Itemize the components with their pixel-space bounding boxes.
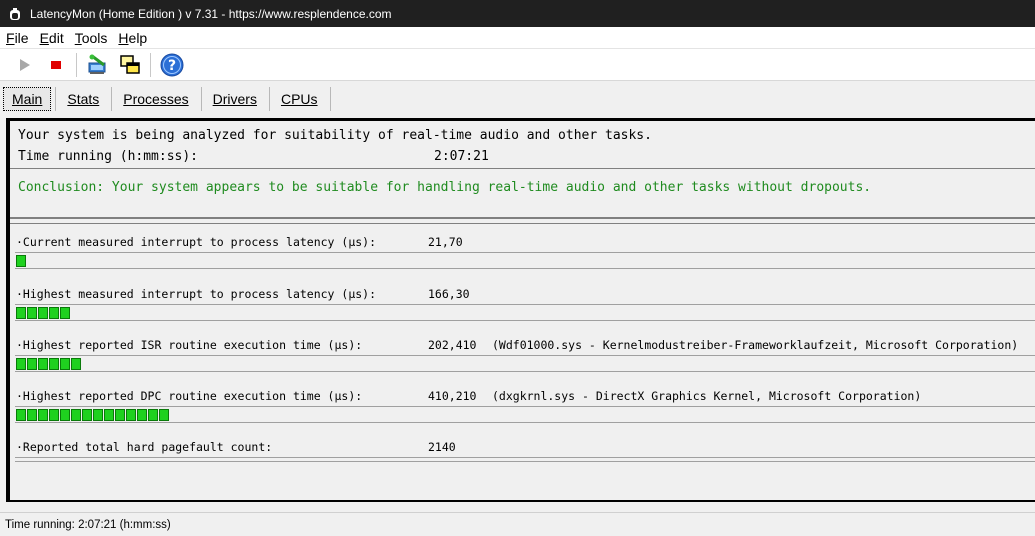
bar-segment bbox=[137, 409, 147, 421]
tab-stats[interactable]: Stats bbox=[59, 88, 107, 110]
bar-segment bbox=[49, 307, 59, 319]
metric-bar bbox=[15, 304, 1035, 321]
tab-cpus[interactable]: CPUs bbox=[273, 88, 326, 110]
stop-icon bbox=[51, 60, 61, 69]
help-icon: ? bbox=[160, 53, 184, 76]
bar-segment bbox=[38, 358, 48, 370]
bar-segment bbox=[27, 307, 37, 319]
tab-processes[interactable]: Processes bbox=[115, 88, 196, 110]
metrics-box: ·Current measured interrupt to process l… bbox=[10, 223, 1035, 500]
toolbar: ? bbox=[0, 49, 1035, 81]
bar-segment bbox=[93, 409, 103, 421]
toolbar-separator bbox=[76, 52, 77, 77]
metric-label: ·Highest measured interrupt to process l… bbox=[16, 287, 377, 301]
tab-main[interactable]: Main bbox=[3, 87, 52, 111]
metric-bar-fill bbox=[16, 307, 71, 319]
status-bar: Time running: 2:07:21 (h:mm:ss) bbox=[0, 512, 1035, 536]
metric-value: 202,410 bbox=[428, 338, 477, 352]
metric-bar bbox=[15, 355, 1035, 372]
windows-icon bbox=[120, 54, 140, 74]
tab-separator bbox=[111, 87, 113, 111]
metric-bar-fill bbox=[16, 409, 170, 421]
metric-label: ·Reported total hard pagefault count: bbox=[16, 440, 273, 454]
bar-segment bbox=[27, 358, 37, 370]
bar-segment bbox=[126, 409, 136, 421]
bar-segment bbox=[60, 358, 70, 370]
analyze-button[interactable] bbox=[84, 51, 112, 79]
metric-bar-fill bbox=[16, 255, 27, 267]
conclusion-text: Conclusion: Your system appears to be su… bbox=[18, 180, 872, 195]
main-panel: Your system is being analyzed for suitab… bbox=[6, 118, 1035, 502]
metric-detail: (dxgkrnl.sys - DirectX Graphics Kernel, … bbox=[492, 389, 922, 403]
menu-tools[interactable]: Tools bbox=[69, 27, 113, 49]
tab-drivers[interactable]: Drivers bbox=[205, 88, 265, 110]
metric-bar bbox=[15, 406, 1035, 423]
svg-text:?: ? bbox=[168, 58, 176, 74]
menu-help[interactable]: Help bbox=[112, 27, 152, 49]
help-button[interactable]: ? bbox=[158, 51, 186, 79]
menu-bar: File Edit Tools Help bbox=[0, 27, 1035, 49]
toolbar-separator bbox=[150, 52, 151, 77]
metric-value: 166,30 bbox=[428, 287, 470, 301]
bar-segment bbox=[49, 409, 59, 421]
tab-separator bbox=[55, 87, 57, 111]
main-panel-inner: Your system is being analyzed for suitab… bbox=[10, 121, 1035, 500]
time-running-label: Time running (h:mm:ss): bbox=[18, 149, 199, 164]
bar-segment bbox=[16, 409, 26, 421]
tab-separator bbox=[200, 87, 202, 111]
metric-bar bbox=[15, 252, 1035, 269]
bar-segment bbox=[159, 409, 169, 421]
metric-label: ·Current measured interrupt to process l… bbox=[16, 235, 377, 249]
bar-segment bbox=[16, 307, 26, 319]
play-button[interactable] bbox=[10, 51, 38, 79]
metric-bar bbox=[15, 457, 1035, 462]
bar-segment bbox=[71, 358, 81, 370]
bar-segment bbox=[49, 358, 59, 370]
tab-separator bbox=[329, 87, 331, 111]
play-icon bbox=[20, 58, 30, 71]
stop-button[interactable] bbox=[42, 51, 70, 79]
metric-bar-fill bbox=[16, 358, 82, 370]
windows-button[interactable] bbox=[116, 51, 144, 79]
tab-separator bbox=[268, 87, 270, 111]
bar-segment bbox=[60, 409, 70, 421]
analyze-icon bbox=[88, 54, 106, 74]
menu-file[interactable]: File bbox=[0, 27, 34, 49]
bar-segment bbox=[71, 409, 81, 421]
bar-segment bbox=[148, 409, 158, 421]
bar-segment bbox=[16, 358, 26, 370]
bar-segment bbox=[104, 409, 114, 421]
analysis-box: Your system is being analyzed for suitab… bbox=[10, 121, 1035, 169]
bar-segment bbox=[27, 409, 37, 421]
title-bar: LatencyMon (Home Edition ) v 7.31 - http… bbox=[0, 0, 1035, 27]
time-running-value: 2:07:21 bbox=[434, 149, 489, 164]
bar-segment bbox=[38, 307, 48, 319]
metric-value: 21,70 bbox=[428, 235, 463, 249]
bar-segment bbox=[16, 255, 26, 267]
metric-value: 410,210 bbox=[428, 389, 477, 403]
bar-segment bbox=[38, 409, 48, 421]
bar-segment bbox=[82, 409, 92, 421]
bar-segment bbox=[115, 409, 125, 421]
metric-label: ·Highest reported DPC routine execution … bbox=[16, 389, 363, 403]
status-text: Time running: 2:07:21 (h:mm:ss) bbox=[5, 518, 171, 531]
window-title: LatencyMon (Home Edition ) v 7.31 - http… bbox=[30, 6, 392, 21]
app-icon bbox=[10, 7, 20, 20]
conclusion-box: Conclusion: Your system appears to be su… bbox=[10, 171, 1035, 219]
metric-label: ·Highest reported ISR routine execution … bbox=[16, 338, 363, 352]
metric-value: 2140 bbox=[428, 440, 456, 454]
metric-detail: (Wdf01000.sys - Kernelmodustreiber-Frame… bbox=[492, 338, 1019, 352]
tab-bar: Main Stats Processes Drivers CPUs bbox=[0, 82, 1035, 116]
bar-segment bbox=[60, 307, 70, 319]
menu-edit[interactable]: Edit bbox=[34, 27, 69, 49]
analysis-text: Your system is being analyzed for suitab… bbox=[18, 128, 652, 143]
